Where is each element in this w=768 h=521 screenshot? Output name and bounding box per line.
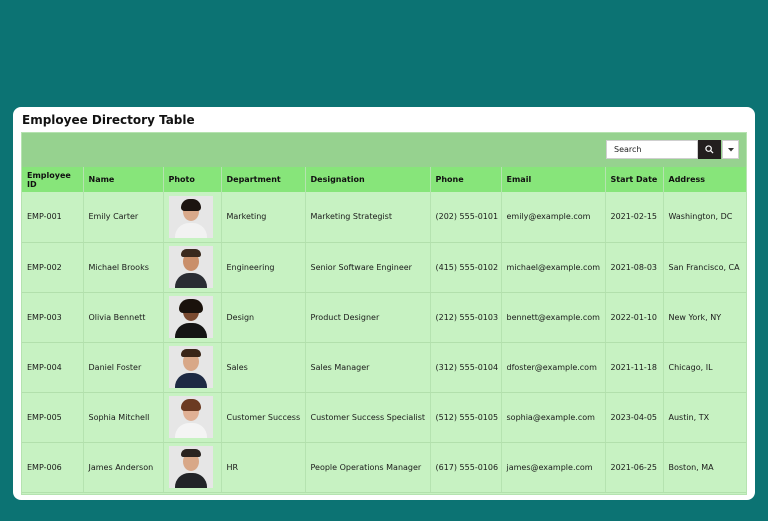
cell-name: Daniel Foster xyxy=(83,342,164,393)
cell-designation: Marketing Strategist xyxy=(305,192,431,243)
cell-address: Boston, MA xyxy=(663,442,746,493)
column-header-employee-id[interactable]: Employee ID xyxy=(22,167,84,192)
table-row[interactable]: EMP-005 Sophia Mitchell Customer Success… xyxy=(22,392,746,443)
cell-email: sophia@example.com xyxy=(501,392,606,443)
cell-employee-id: EMP-004 xyxy=(22,342,84,393)
cell-start-date: 2021-11-18 xyxy=(605,342,664,393)
cell-photo xyxy=(163,242,222,293)
cell-phone: (212) 555-0103 xyxy=(430,292,502,343)
cell-start-date: 2021-06-25 xyxy=(605,442,664,493)
avatar xyxy=(168,446,213,488)
cell-email: bennett@example.com xyxy=(501,292,606,343)
table-row[interactable]: EMP-003 Olivia Bennett Design Product De… xyxy=(22,292,746,343)
cell-department: Marketing xyxy=(221,192,306,243)
column-header-department[interactable]: Department xyxy=(221,167,306,192)
cell-name: Michael Brooks xyxy=(83,242,164,293)
avatar xyxy=(168,296,213,338)
table-row[interactable]: EMP-004 Daniel Foster Sales Sales Manage… xyxy=(22,342,746,393)
chevron-down-icon xyxy=(727,147,734,151)
cell-start-date: 2021-02-15 xyxy=(605,192,664,243)
search-icon xyxy=(705,145,714,154)
cell-photo xyxy=(163,392,222,443)
cell-designation: Product Designer xyxy=(305,292,431,343)
cell-photo xyxy=(163,342,222,393)
column-header-designation[interactable]: Designation xyxy=(305,167,431,192)
cell-photo xyxy=(163,442,222,493)
cell-photo xyxy=(163,292,222,343)
cell-department: Customer Success xyxy=(221,392,306,443)
column-header-photo[interactable]: Photo xyxy=(163,167,222,192)
cell-department: Engineering xyxy=(221,242,306,293)
avatar xyxy=(168,195,213,238)
avatar xyxy=(168,396,213,438)
cell-address: Washington, DC xyxy=(663,192,746,243)
employee-table-container: Search Employee ID Name Photo Department… xyxy=(21,132,747,495)
cell-employee-id: EMP-005 xyxy=(22,392,84,443)
cell-employee-id: EMP-002 xyxy=(22,242,84,293)
cell-name: James Anderson xyxy=(83,442,164,493)
search-filter-dropdown[interactable] xyxy=(722,140,739,159)
employee-table: Employee ID Name Photo Department Design… xyxy=(22,167,746,493)
cell-designation: Customer Success Specialist xyxy=(305,392,431,443)
table-row[interactable]: EMP-006 James Anderson HR People Operati… xyxy=(22,442,746,493)
cell-phone: (512) 555-0105 xyxy=(430,392,502,443)
cell-designation: Senior Software Engineer xyxy=(305,242,431,293)
cell-name: Sophia Mitchell xyxy=(83,392,164,443)
cell-designation: People Operations Manager xyxy=(305,442,431,493)
cell-email: michael@example.com xyxy=(501,242,606,293)
column-header-start-date[interactable]: Start Date xyxy=(605,167,664,192)
cell-phone: (202) 555-0101 xyxy=(430,192,502,243)
cell-phone: (617) 555-0106 xyxy=(430,442,502,493)
table-row[interactable]: EMP-002 Michael Brooks Engineering Senio… xyxy=(22,242,746,293)
column-header-name[interactable]: Name xyxy=(83,167,164,192)
cell-employee-id: EMP-001 xyxy=(22,192,84,243)
cell-address: New York, NY xyxy=(663,292,746,343)
cell-start-date: 2022-01-10 xyxy=(605,292,664,343)
cell-address: Chicago, IL xyxy=(663,342,746,393)
cell-employee-id: EMP-003 xyxy=(22,292,84,343)
table-header-row: Employee ID Name Photo Department Design… xyxy=(22,167,746,192)
cell-start-date: 2021-08-03 xyxy=(605,242,664,293)
cell-department: HR xyxy=(221,442,306,493)
cell-address: Austin, TX xyxy=(663,392,746,443)
avatar xyxy=(168,246,213,288)
cell-email: james@example.com xyxy=(501,442,606,493)
avatar xyxy=(168,346,213,388)
cell-department: Design xyxy=(221,292,306,343)
cell-address: San Francisco, CA xyxy=(663,242,746,293)
table-row[interactable]: EMP-001 Emily Carter Marketing Marketing… xyxy=(22,192,746,243)
search-input[interactable]: Search xyxy=(606,140,698,159)
employee-directory-card: Employee Directory Table Search Employee… xyxy=(13,107,755,500)
column-header-email[interactable]: Email xyxy=(501,167,606,192)
cell-employee-id: EMP-006 xyxy=(22,442,84,493)
cell-phone: (415) 555-0102 xyxy=(430,242,502,293)
cell-name: Olivia Bennett xyxy=(83,292,164,343)
cell-photo xyxy=(163,192,222,243)
cell-email: dfoster@example.com xyxy=(501,342,606,393)
column-header-phone[interactable]: Phone xyxy=(430,167,502,192)
cell-start-date: 2023-04-05 xyxy=(605,392,664,443)
cell-phone: (312) 555-0104 xyxy=(430,342,502,393)
cell-department: Sales xyxy=(221,342,306,393)
table-toolbar: Search xyxy=(22,133,746,167)
column-header-address[interactable]: Address xyxy=(663,167,746,192)
cell-name: Emily Carter xyxy=(83,192,164,243)
search-button[interactable] xyxy=(698,140,721,159)
cell-designation: Sales Manager xyxy=(305,342,431,393)
page-title: Employee Directory Table xyxy=(22,113,195,127)
cell-email: emily@example.com xyxy=(501,192,606,243)
